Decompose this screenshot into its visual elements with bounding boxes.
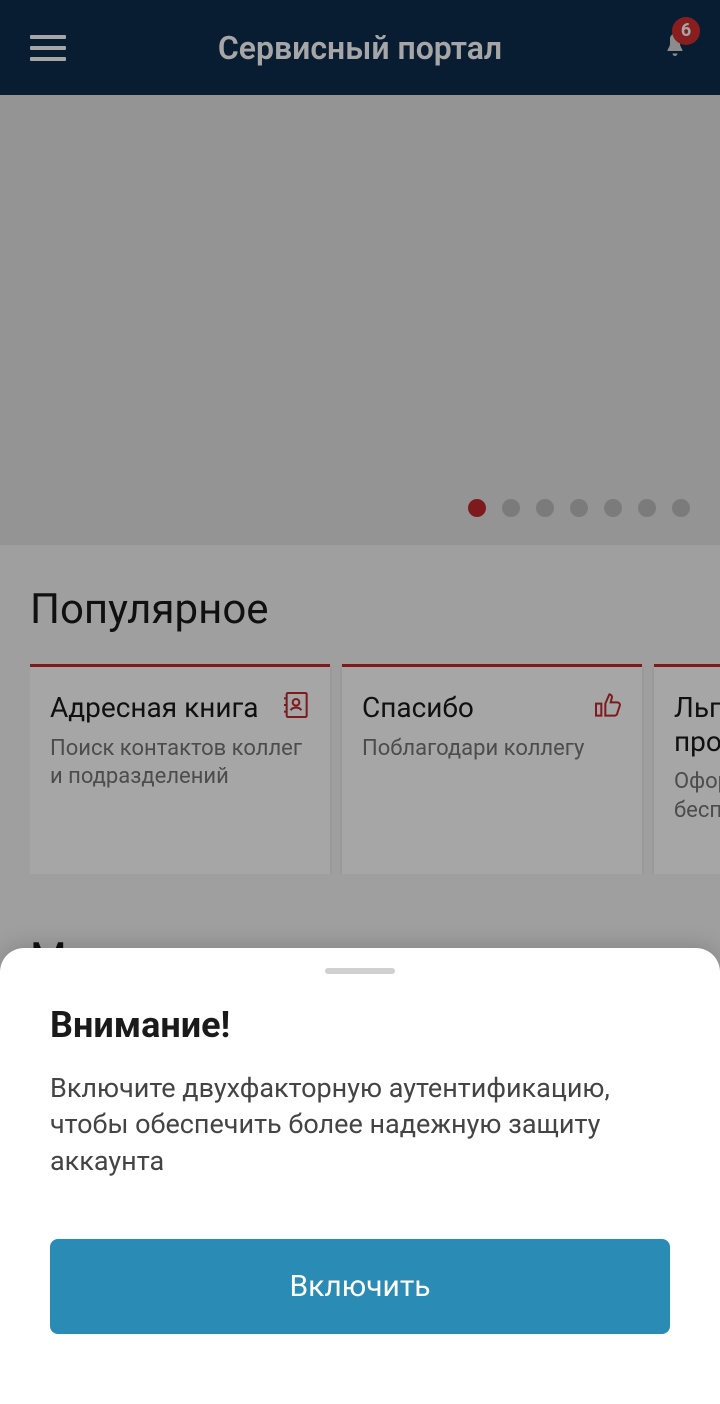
- carousel-dots: [468, 499, 690, 517]
- popular-cards: Адресная книга Поиск контактов коллег и …: [30, 664, 720, 874]
- notification-badge: 6: [672, 17, 700, 45]
- banner-carousel[interactable]: [0, 95, 720, 545]
- sheet-handle[interactable]: [325, 968, 395, 974]
- card-title: Льготный проезд: [674, 691, 720, 758]
- carousel-dot[interactable]: [570, 499, 588, 517]
- page-title: Сервисный портал: [218, 29, 502, 67]
- enable-button[interactable]: Включить: [50, 1239, 670, 1334]
- main-content: Популярное Адресная книга Поиск контакто…: [0, 545, 720, 983]
- carousel-dot[interactable]: [468, 499, 486, 517]
- thumbs-up-icon: [592, 689, 624, 721]
- card-subtitle: Поиск контактов коллег и подразделений: [50, 735, 310, 792]
- card-title: Адресная книга: [50, 691, 310, 725]
- notifications-button[interactable]: 6: [660, 29, 690, 67]
- app-header: Сервисный портал 6: [0, 0, 720, 95]
- carousel-dot[interactable]: [536, 499, 554, 517]
- popular-section-title: Популярное: [30, 585, 690, 634]
- carousel-dot[interactable]: [638, 499, 656, 517]
- card-title: Спасибо: [362, 691, 622, 725]
- card-travel[interactable]: Льготный проезд Оформление бесплатных по…: [654, 664, 720, 874]
- carousel-dot[interactable]: [672, 499, 690, 517]
- sheet-title: Внимание!: [50, 1004, 670, 1046]
- card-subtitle: Оформление бесплатных поездок: [674, 768, 720, 825]
- address-book-icon: [280, 689, 312, 721]
- carousel-dot[interactable]: [604, 499, 622, 517]
- bottom-sheet: Внимание! Включите двухфакторную аутенти…: [0, 948, 720, 1404]
- sheet-text: Включите двухфакторную аутентификацию, ч…: [50, 1070, 670, 1179]
- carousel-dot[interactable]: [502, 499, 520, 517]
- card-address-book[interactable]: Адресная книга Поиск контактов коллег и …: [30, 664, 330, 874]
- menu-icon[interactable]: [30, 35, 66, 61]
- card-subtitle: Поблагодари коллегу: [362, 735, 622, 764]
- card-thanks[interactable]: Спасибо Поблагодари коллегу: [342, 664, 642, 874]
